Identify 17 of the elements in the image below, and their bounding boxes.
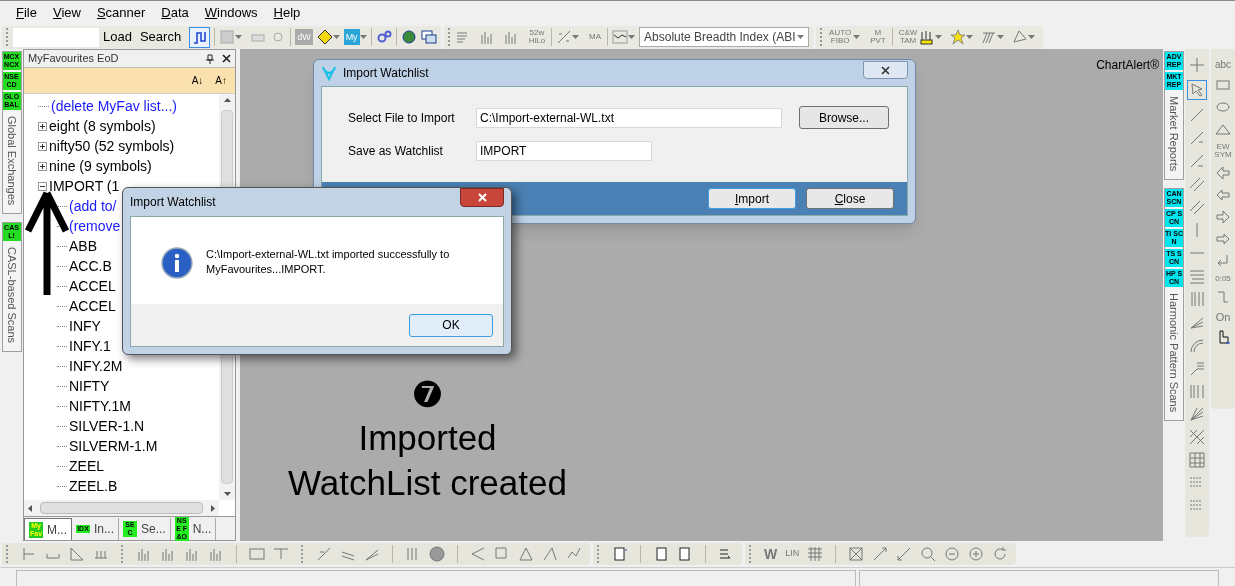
- side-tab-label: CASL-based Scans: [4, 247, 19, 344]
- tab-label: M...: [47, 521, 67, 539]
- dialog-title: Import Watchlist: [343, 65, 429, 82]
- tab-label: Se...: [141, 521, 166, 538]
- message-text: C:\Import-external-WL.txt imported successfully to MyFavourites...IMPORT.: [206, 247, 451, 277]
- panel-title: MyFavourites EoD: [28, 51, 119, 67]
- tab-label: N...: [192, 521, 212, 538]
- dialog-title: Import Watchlist: [130, 194, 216, 211]
- tab-label: In...: [94, 521, 114, 538]
- side-tab-label: Harmonic Pattern Scans: [1167, 293, 1182, 413]
- field-label: Save as Watchlist: [348, 143, 444, 160]
- side-tab-label: Global Exchanges: [4, 116, 19, 206]
- brand-label: ChartAlert®: [1096, 57, 1159, 74]
- side-tab-label: Market Reports: [1167, 96, 1182, 172]
- annotation-caption: Imported WatchList created: [287, 417, 568, 504]
- step-number: ❼: [411, 375, 444, 415]
- field-label: Select File to Import: [348, 109, 456, 127]
